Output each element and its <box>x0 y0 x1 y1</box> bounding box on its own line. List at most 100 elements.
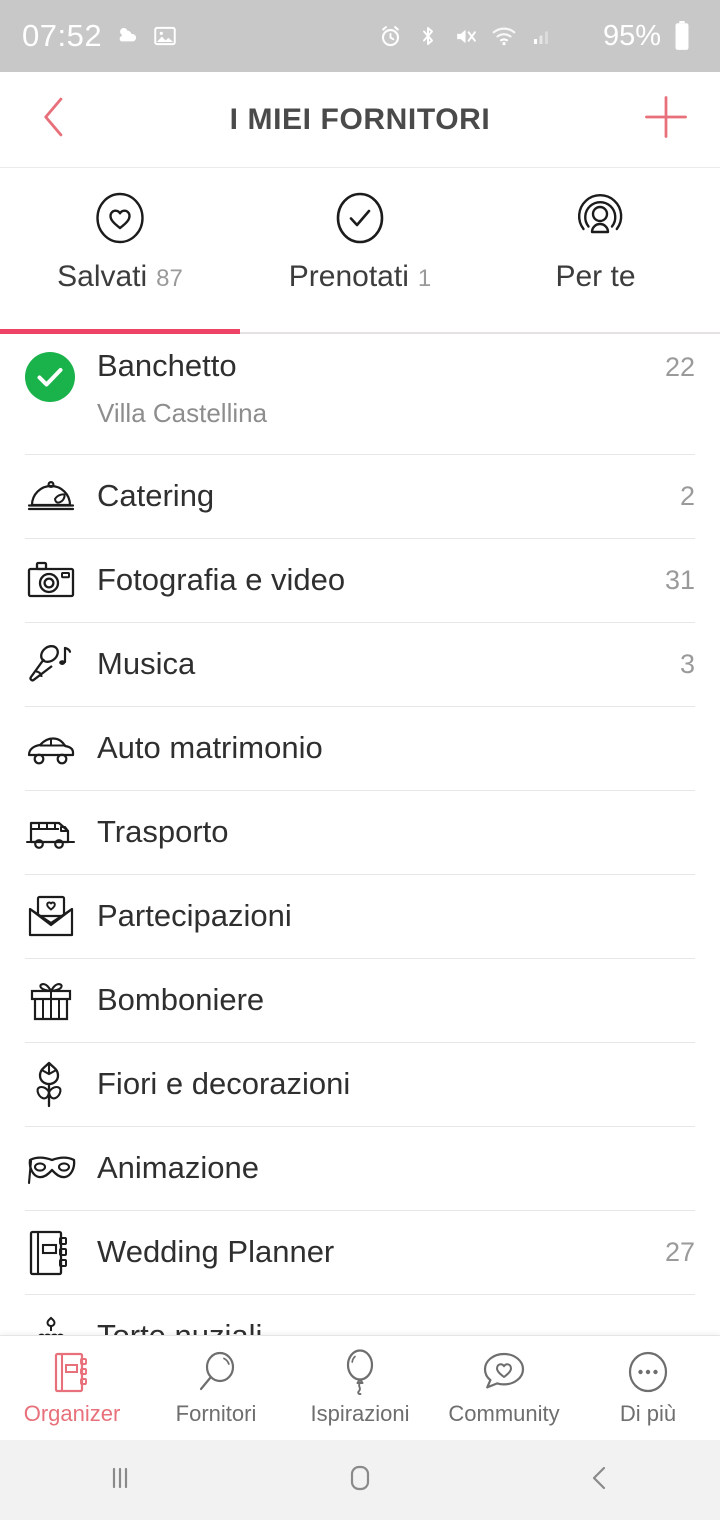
tab-per-te[interactable]: Per te <box>480 168 720 294</box>
list-item-text: Banchetto Villa Castellina <box>97 348 651 429</box>
speech-bubble-heart-icon <box>481 1349 527 1395</box>
tulip-icon <box>25 1059 97 1111</box>
nav-item-community[interactable]: Community <box>432 1349 576 1427</box>
chevron-left-icon <box>37 95 71 144</box>
tab-prenotati-label: Prenotati <box>288 260 409 293</box>
back-button-android[interactable] <box>540 1440 660 1520</box>
nav-item-community-label: Community <box>448 1401 560 1426</box>
tab-bar: Salvati 87 Prenotati 1 Per te <box>0 168 720 334</box>
list-item-title: Fiori e decorazioni <box>97 1066 351 1102</box>
list-item-title: Catering <box>97 478 215 514</box>
list-item-text: Auto matrimonio <box>97 732 681 765</box>
app-header: I MIEI FORNITORI <box>0 72 720 168</box>
list-item[interactable]: Wedding Planner 27 <box>0 1211 720 1294</box>
home-button[interactable] <box>300 1440 420 1520</box>
tab-salvati[interactable]: Salvati 87 <box>0 168 240 294</box>
wifi-icon <box>491 23 517 49</box>
list-item[interactable]: Catering 2 <box>0 455 720 538</box>
list-item-text: Fiori e decorazioni <box>97 1068 681 1101</box>
tab-prenotati-count: 1 <box>417 265 432 292</box>
list-item[interactable]: Trasporto <box>0 791 720 874</box>
gift-icon <box>25 977 97 1025</box>
camera-icon <box>25 558 97 604</box>
list-item-title: Partecipazioni <box>97 898 292 934</box>
nav-item-di-piu-label: Di più <box>619 1401 677 1426</box>
bus-icon <box>25 812 97 854</box>
list-item-title: Banchetto <box>97 348 237 383</box>
list-item-title: Trasporto <box>97 814 229 850</box>
signal-icon <box>530 24 554 48</box>
back-button[interactable] <box>26 92 82 148</box>
tab-per-te-label: Per te <box>555 260 636 293</box>
list-item-title: Wedding Planner <box>97 1234 335 1270</box>
envelope-heart-icon <box>25 893 97 941</box>
recents-button[interactable] <box>60 1440 180 1520</box>
nav-item-di-piu[interactable]: Di più <box>576 1349 720 1427</box>
list-item-title: Bomboniere <box>97 982 265 1018</box>
green-check-badge-icon <box>25 352 97 402</box>
nav-item-fornitori[interactable]: Fornitori <box>144 1349 288 1427</box>
add-vendor-button[interactable] <box>638 92 694 148</box>
mask-icon <box>25 1147 97 1191</box>
list-item[interactable]: Fiori e decorazioni <box>0 1043 720 1126</box>
bottom-navigation: Organizer Fornitori Ispirazioni Communit… <box>0 1335 720 1440</box>
nav-item-ispirazioni[interactable]: Ispirazioni <box>288 1349 432 1427</box>
notebook-icon <box>25 1228 97 1278</box>
list-item-title: Musica <box>97 646 196 682</box>
nav-item-organizer-label: Organizer <box>23 1401 121 1426</box>
recents-icon <box>105 1463 135 1498</box>
list-item-subtitle: Villa Castellina <box>97 397 268 428</box>
bluetooth-icon <box>416 24 440 48</box>
tab-per-te-label-group: Per te <box>555 260 644 294</box>
list-item-text: Catering <box>97 480 666 513</box>
list-item-count: 31 <box>664 565 695 595</box>
tab-prenotati-label-group: Prenotati 1 <box>289 260 431 294</box>
tab-salvati-label: Salvati <box>57 260 148 293</box>
cloche-icon <box>25 474 97 520</box>
list-item-text: Bomboniere <box>97 984 681 1017</box>
list-item[interactable]: Animazione <box>0 1127 720 1210</box>
list-item[interactable]: Musica 3 <box>0 623 720 706</box>
tab-salvati-label-group: Salvati 87 <box>57 260 183 294</box>
tab-prenotati[interactable]: Prenotati 1 <box>240 168 480 294</box>
microphone-note-icon <box>25 641 97 689</box>
back-icon <box>585 1463 615 1498</box>
list-item-text: Partecipazioni <box>97 900 681 933</box>
list-item[interactable]: Banchetto Villa Castellina 22 <box>0 334 720 454</box>
list-item-text: Trasporto <box>97 816 681 849</box>
nav-item-organizer[interactable]: Organizer <box>0 1349 144 1427</box>
battery-icon <box>672 21 692 51</box>
status-bar-icons <box>378 23 554 49</box>
plus-icon <box>643 94 689 145</box>
list-item-count: 22 <box>664 352 695 382</box>
list-item[interactable]: Fotografia e video 31 <box>0 539 720 622</box>
check-circle-icon <box>334 192 386 244</box>
battery-percent-label: 95% <box>602 19 661 52</box>
list-item[interactable]: Bomboniere <box>0 959 720 1042</box>
list-item-count: 2 <box>679 481 695 511</box>
list-item-text: Wedding Planner <box>97 1236 651 1269</box>
list-item-title: Animazione <box>97 1150 259 1186</box>
list-item-text: Musica <box>97 648 666 681</box>
heart-circle-icon <box>94 192 146 244</box>
weather-sun-cloud-icon <box>114 23 140 49</box>
status-bar-left: 07:52 <box>22 18 178 54</box>
status-bar-clock: 07:52 <box>22 18 103 53</box>
home-icon <box>344 1462 376 1499</box>
nav-item-fornitori-label: Fornitori <box>175 1401 257 1426</box>
tab-salvati-count: 87 <box>156 265 183 292</box>
ellipsis-circle-icon <box>626 1349 670 1395</box>
status-bar: 07:52 95% <box>0 0 720 72</box>
notebook-icon <box>51 1349 93 1395</box>
car-icon <box>25 728 97 770</box>
status-bar-battery: 95% <box>601 20 698 53</box>
android-navigation-bar <box>0 1440 720 1520</box>
list-item[interactable]: Partecipazioni <box>0 875 720 958</box>
person-radar-icon <box>574 192 626 244</box>
alarm-icon <box>378 24 403 49</box>
list-item[interactable]: Auto matrimonio <box>0 707 720 790</box>
list-item-title: Auto matrimonio <box>97 730 323 766</box>
list-item-text: Fotografia e video <box>97 564 651 597</box>
nav-item-ispirazioni-label: Ispirazioni <box>310 1401 410 1426</box>
app-screen: 07:52 95% I MIEI FORNITORI Salvati 87 Pr… <box>0 0 720 1520</box>
